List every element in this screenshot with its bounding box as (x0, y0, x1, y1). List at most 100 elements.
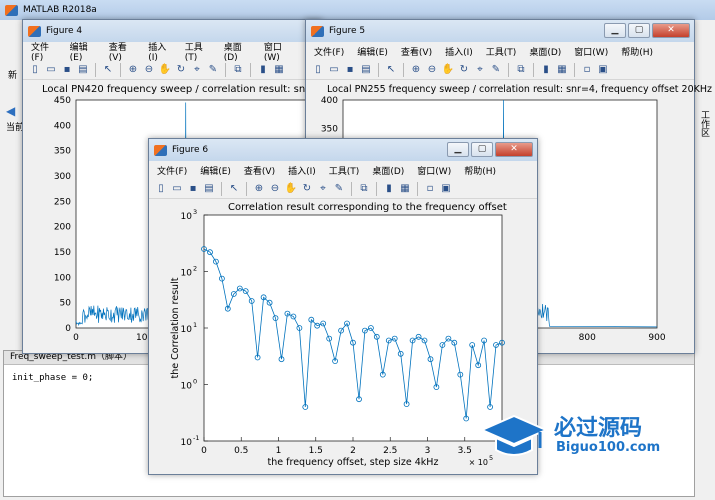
minimize-icon[interactable]: ▁ (447, 142, 469, 157)
menu-tools[interactable]: 工具(T) (329, 164, 360, 177)
figure-5-title: Figure 5 (329, 26, 366, 36)
desktop-label-new[interactable]: 新 (8, 68, 17, 81)
menu-tools[interactable]: 工具(T) (486, 45, 517, 58)
menu-insert[interactable]: 插入(I) (288, 164, 316, 177)
pan-icon[interactable]: ✋ (284, 182, 298, 196)
menu-edit[interactable]: 编辑(E) (200, 164, 231, 177)
open-file-icon[interactable]: ▭ (327, 63, 341, 77)
close-icon[interactable]: ✕ (652, 23, 690, 38)
colorbar-icon[interactable]: ▮ (256, 63, 270, 77)
new-figure-icon[interactable]: ▯ (28, 63, 42, 77)
print-icon[interactable]: ▤ (202, 182, 216, 196)
workspace-side-tab[interactable]: 工作区 (694, 100, 712, 300)
zoom-out-icon[interactable]: ⊖ (268, 182, 282, 196)
brush-icon[interactable]: ✎ (206, 63, 220, 77)
y-tick-label: 150 (54, 248, 71, 258)
link-plot-icon[interactable]: ⧉ (514, 63, 528, 77)
legend-icon[interactable]: ▦ (398, 182, 412, 196)
menu-window[interactable]: 窗口(W) (264, 40, 293, 63)
minimize-icon[interactable]: ▁ (604, 23, 626, 38)
pointer-icon[interactable]: ↖ (227, 182, 241, 196)
watermark-url: Biguo100.com (556, 440, 661, 455)
data-cursor-icon[interactable]: ⌖ (190, 63, 204, 77)
menu-edit[interactable]: 编辑(E) (357, 45, 388, 58)
figure-4-menubar: 文件(F) 编辑(E) 查看(V) 插入(I) 工具(T) 桌面(D) 窗口(W… (23, 40, 321, 64)
menu-tools[interactable]: 工具(T) (185, 40, 211, 63)
data-cursor-icon[interactable]: ⌖ (316, 182, 330, 196)
print-icon[interactable]: ▤ (359, 63, 373, 77)
maximize-icon[interactable]: ▢ (471, 142, 493, 157)
figure-4-titlebar[interactable]: Figure 4 (23, 20, 321, 42)
save-icon[interactable]: ▪ (186, 182, 200, 196)
menu-file[interactable]: 文件(F) (157, 164, 187, 177)
figure-6-toolbar: ▯ ▭ ▪ ▤ ↖ ⊕ ⊖ ✋ ↻ ⌖ ✎ ⧉ ▮ ▦ ▫ ▣ (149, 179, 537, 199)
menu-view[interactable]: 查看(V) (244, 164, 275, 177)
pan-icon[interactable]: ✋ (441, 63, 455, 77)
pointer-icon[interactable]: ↖ (101, 63, 115, 77)
menu-desktop[interactable]: 桌面(D) (224, 40, 251, 63)
save-icon[interactable]: ▪ (343, 63, 357, 77)
menu-help[interactable]: 帮助(H) (621, 45, 653, 58)
close-icon[interactable]: ✕ (495, 142, 533, 157)
pointer-icon[interactable]: ↖ (384, 63, 398, 77)
y-tick-label: 100 (54, 273, 71, 283)
brush-icon[interactable]: ✎ (489, 63, 503, 77)
y-tick-label: 400 (54, 121, 71, 131)
show-tools-icon[interactable]: ▣ (439, 182, 453, 196)
watermark-brand: 必过源码 (554, 416, 643, 441)
back-arrow-icon[interactable]: ◀ (6, 104, 15, 118)
zoom-in-icon[interactable]: ⊕ (126, 63, 140, 77)
y-tick-label: 450 (54, 96, 71, 106)
hide-tools-icon[interactable]: ▫ (580, 63, 594, 77)
menu-file[interactable]: 文件(F) (31, 40, 57, 63)
open-file-icon[interactable]: ▭ (170, 182, 184, 196)
rotate-icon[interactable]: ↻ (300, 182, 314, 196)
menu-desktop[interactable]: 桌面(D) (372, 164, 404, 177)
legend-icon[interactable]: ▦ (555, 63, 569, 77)
menu-view[interactable]: 查看(V) (401, 45, 432, 58)
y-tick-label: 50 (60, 299, 72, 309)
pan-icon[interactable]: ✋ (158, 63, 172, 77)
toolbar-separator (378, 62, 379, 77)
rotate-icon[interactable]: ↻ (174, 63, 188, 77)
colorbar-icon[interactable]: ▮ (382, 182, 396, 196)
menu-insert[interactable]: 插入(I) (148, 40, 172, 63)
menu-edit[interactable]: 编辑(E) (70, 40, 96, 63)
hide-tools-icon[interactable]: ▫ (423, 182, 437, 196)
show-tools-icon[interactable]: ▣ (596, 63, 610, 77)
menu-help[interactable]: 帮助(H) (464, 164, 496, 177)
zoom-out-icon[interactable]: ⊖ (425, 63, 439, 77)
y-tick-label: 350 (54, 147, 71, 157)
link-plot-icon[interactable]: ⧉ (357, 182, 371, 196)
x-tick-label: 2 (350, 446, 356, 456)
data-cursor-icon[interactable]: ⌖ (473, 63, 487, 77)
zoom-in-icon[interactable]: ⊕ (409, 63, 423, 77)
figure-6-titlebar[interactable]: Figure 6 ▁ ▢ ✕ (149, 139, 537, 161)
y-tick-label: 400 (321, 96, 338, 106)
menu-insert[interactable]: 插入(I) (445, 45, 473, 58)
menu-desktop[interactable]: 桌面(D) (529, 45, 561, 58)
menu-window[interactable]: 窗口(W) (574, 45, 608, 58)
legend-icon[interactable]: ▦ (272, 63, 286, 77)
x-tick-label: 0 (73, 333, 79, 343)
open-file-icon[interactable]: ▭ (44, 63, 58, 77)
menu-file[interactable]: 文件(F) (314, 45, 344, 58)
print-icon[interactable]: ▤ (76, 63, 90, 77)
save-icon[interactable]: ▪ (60, 63, 74, 77)
x-tick-label: 2.5 (383, 446, 397, 456)
matlab-titlebar[interactable]: MATLAB R2018a (0, 0, 715, 20)
zoom-in-icon[interactable]: ⊕ (252, 182, 266, 196)
link-plot-icon[interactable]: ⧉ (231, 63, 245, 77)
figure-5-titlebar[interactable]: Figure 5 ▁ ▢ ✕ (306, 20, 694, 42)
menu-window[interactable]: 窗口(W) (417, 164, 451, 177)
menu-view[interactable]: 查看(V) (109, 40, 136, 63)
maximize-icon[interactable]: ▢ (628, 23, 650, 38)
new-figure-icon[interactable]: ▯ (311, 63, 325, 77)
colorbar-icon[interactable]: ▮ (539, 63, 553, 77)
x-tick-label: 1.5 (309, 446, 323, 456)
toolbar-separator (221, 181, 222, 196)
new-figure-icon[interactable]: ▯ (154, 182, 168, 196)
zoom-out-icon[interactable]: ⊖ (142, 63, 156, 77)
rotate-icon[interactable]: ↻ (457, 63, 471, 77)
brush-icon[interactable]: ✎ (332, 182, 346, 196)
